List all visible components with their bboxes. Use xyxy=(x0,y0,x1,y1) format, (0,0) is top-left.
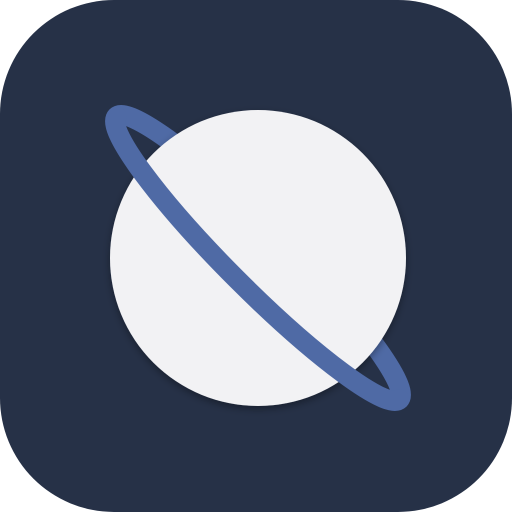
planet-body xyxy=(110,110,406,406)
canvas xyxy=(0,0,512,512)
planet-icon xyxy=(0,0,512,512)
app-icon xyxy=(0,0,512,512)
